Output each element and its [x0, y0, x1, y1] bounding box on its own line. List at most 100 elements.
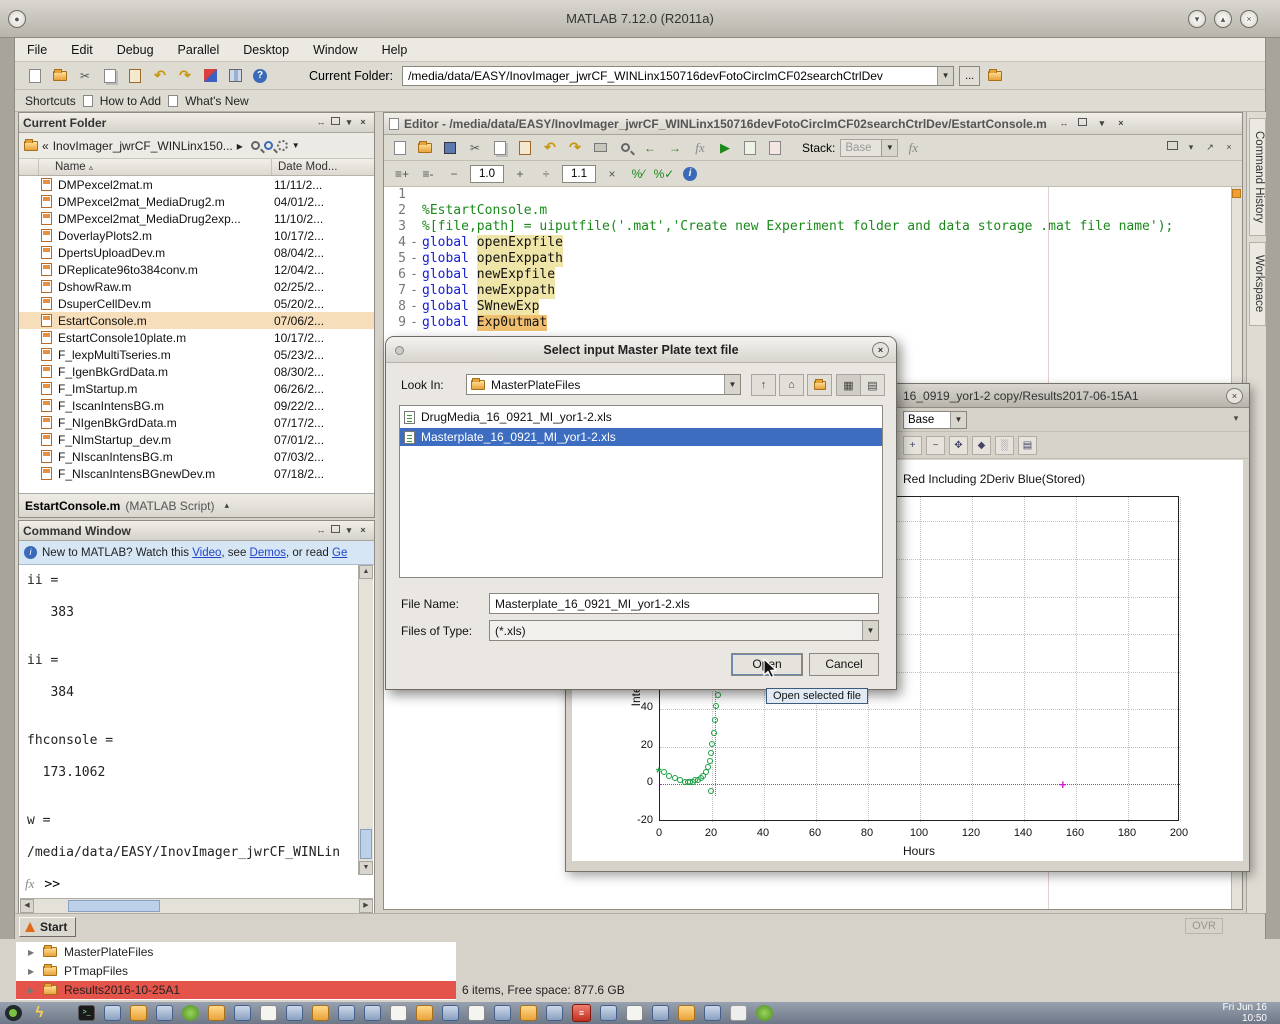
- print-icon[interactable]: [590, 138, 610, 158]
- dialog-titlebar[interactable]: Select input Master Plate text file ×: [386, 337, 896, 363]
- taskbar-clock[interactable]: Fri Jun 1610:50: [1223, 1002, 1275, 1024]
- scroll-thumb[interactable]: [68, 900, 160, 912]
- new-folder-button[interactable]: [807, 374, 832, 396]
- expander-icon[interactable]: ▶: [28, 986, 36, 995]
- file-row[interactable]: EstartConsole10plate.m10/17/2...: [19, 329, 374, 346]
- shortcut-whats-new[interactable]: What's New: [185, 94, 249, 108]
- shortcut-how-to-add[interactable]: How to Add: [100, 94, 161, 108]
- simulink-icon[interactable]: [200, 66, 220, 86]
- taskbar-app-icon-folder[interactable]: [130, 1005, 147, 1021]
- file-row[interactable]: F_NIgenBkGrdData.m07/17/2...: [19, 414, 374, 431]
- help-icon[interactable]: ?: [250, 66, 270, 86]
- open-file-icon[interactable]: [50, 66, 70, 86]
- taskbar-app-icon-monitor[interactable]: [364, 1005, 381, 1021]
- taskbar-app-icon-monitor[interactable]: [704, 1005, 721, 1021]
- paste-icon[interactable]: [125, 66, 145, 86]
- restore-icon[interactable]: [328, 524, 342, 537]
- taskbar-app-icon-monitor[interactable]: [234, 1005, 251, 1021]
- expander-icon[interactable]: ▶: [28, 967, 36, 976]
- tray-gecko-icon[interactable]: [756, 1005, 773, 1021]
- close-document-icon[interactable]: ×: [1222, 141, 1236, 154]
- menu-debug[interactable]: Debug: [117, 43, 154, 57]
- undock-icon[interactable]: ↔: [314, 116, 328, 129]
- detail-view-button[interactable]: ▤: [860, 374, 885, 396]
- taskbar-app-icon-doc[interactable]: [390, 1005, 407, 1021]
- collapse-detail-icon[interactable]: ▴: [224, 500, 229, 511]
- file-row[interactable]: F_IgenBkGrdData.m08/30/2...: [19, 363, 374, 380]
- increase-icon[interactable]: +: [510, 164, 530, 184]
- file-name-input[interactable]: [489, 593, 879, 614]
- taskbar-app-icon-folder[interactable]: [416, 1005, 433, 1021]
- taskbar-app-icon-monitor[interactable]: [546, 1005, 563, 1021]
- taskbar-highlighted-app-icon[interactable]: ≡: [572, 1004, 591, 1022]
- dialog-file-list[interactable]: DrugMedia_16_0921_MI_yor1-2.xlsMasterpla…: [399, 405, 883, 578]
- home-button[interactable]: ⌂: [779, 374, 804, 396]
- taskbar-app-icon-monitor[interactable]: [286, 1005, 303, 1021]
- file-row[interactable]: F_NIscanIntensBGnewDev.m07/18/2...: [19, 465, 374, 482]
- tray-clip-icon[interactable]: [730, 1005, 747, 1021]
- taskbar-app-icon-folder[interactable]: [208, 1005, 225, 1021]
- code-line[interactable]: 3%[file,path] = uiputfile('.mat','Create…: [384, 219, 1231, 235]
- taskbar-app-icon-bolt[interactable]: ϟ: [31, 1005, 48, 1021]
- decrease-icon[interactable]: −: [444, 164, 464, 184]
- command-prompt[interactable]: fx >>: [25, 876, 60, 892]
- guide-icon[interactable]: [225, 66, 245, 86]
- gear-icon[interactable]: [277, 140, 288, 151]
- tab-command-history[interactable]: Command History: [1249, 118, 1266, 236]
- undo-icon[interactable]: ↶: [150, 66, 170, 86]
- taskbar-app-icon-doc[interactable]: [626, 1005, 643, 1021]
- up-folder-icon[interactable]: [985, 66, 1005, 86]
- restore-icon[interactable]: [328, 116, 342, 129]
- indent-plus-icon[interactable]: ≡+: [392, 164, 412, 184]
- split-chevron-icon[interactable]: ▾: [1184, 141, 1198, 154]
- cancel-button[interactable]: Cancel: [809, 653, 879, 676]
- file-row[interactable]: DpertsUploadDev.m08/04/2...: [19, 244, 374, 261]
- menu-parallel[interactable]: Parallel: [178, 43, 220, 57]
- name-column[interactable]: Name ▵: [39, 159, 272, 175]
- banner-link[interactable]: Demos: [250, 547, 286, 559]
- code-warning-marker[interactable]: [1232, 189, 1241, 198]
- code-line[interactable]: 8-global SWnewExp: [384, 299, 1231, 315]
- uncomment-icon[interactable]: %✓: [654, 164, 674, 184]
- code-line[interactable]: 4-global openExpfile: [384, 235, 1231, 251]
- close-panel-icon[interactable]: ×: [356, 524, 370, 537]
- banner-link[interactable]: Ge: [332, 547, 347, 559]
- redo-icon[interactable]: ↷: [565, 138, 585, 158]
- look-in-combo[interactable]: MasterPlateFiles ▼: [466, 374, 741, 395]
- code-line[interactable]: 1: [384, 187, 1231, 203]
- start-button[interactable]: Start: [19, 917, 76, 937]
- grid-view-button[interactable]: ▦: [836, 374, 861, 396]
- browse-folder-button[interactable]: ...: [959, 66, 980, 86]
- taskbar-app-icon-folder[interactable]: [312, 1005, 329, 1021]
- close-panel-icon[interactable]: ×: [1114, 117, 1128, 130]
- copy-icon[interactable]: [100, 66, 120, 86]
- cell-insert-icon[interactable]: [740, 138, 760, 158]
- taskbar-app-icon-monitor[interactable]: [494, 1005, 511, 1021]
- back-icon[interactable]: ←: [640, 138, 660, 158]
- scroll-thumb[interactable]: [360, 829, 372, 859]
- current-folder-combo[interactable]: /media/data/EASY/InovImager_jwrCF_WINLin…: [402, 66, 954, 86]
- code-line[interactable]: 9-global Exp0utmat: [384, 315, 1231, 331]
- open-file-icon[interactable]: [415, 138, 435, 158]
- indent-minus-icon[interactable]: ≡-: [418, 164, 438, 184]
- taskbar-app-icon-monitor[interactable]: [600, 1005, 617, 1021]
- close-button[interactable]: ×: [1240, 10, 1258, 28]
- close-panel-icon[interactable]: ×: [356, 116, 370, 129]
- breadcrumb-text[interactable]: InovImager_jwrCF_WINLinx150...: [53, 139, 233, 153]
- dialog-file-row[interactable]: Masterplate_16_0921_MI_yor1-2.xls: [400, 428, 882, 446]
- taskbar-app-icon-term[interactable]: >_: [78, 1005, 95, 1021]
- menu-chevron-icon[interactable]: ▾: [342, 116, 356, 129]
- cell-remove-icon[interactable]: [765, 138, 785, 158]
- copy-icon[interactable]: [490, 138, 510, 158]
- taskbar-app-icon-gecko[interactable]: [5, 1005, 22, 1021]
- forward-icon[interactable]: →: [665, 138, 685, 158]
- new-script-icon[interactable]: [25, 66, 45, 86]
- tree-item[interactable]: ▶MasterPlateFiles: [16, 943, 456, 961]
- files-of-type-select[interactable]: (*.xls) ▼: [489, 620, 879, 641]
- chevron-down-icon[interactable]: ▼: [724, 375, 740, 394]
- dialog-close-icon[interactable]: ×: [872, 342, 889, 358]
- type-column[interactable]: [19, 159, 39, 175]
- code-line[interactable]: 7-global newExppath: [384, 283, 1231, 299]
- tree-item[interactable]: ▶Results2016-10-25A1: [16, 981, 456, 999]
- folder-breadcrumb[interactable]: « InovImager_jwrCF_WINLinx150... ▸ ▼: [19, 133, 374, 159]
